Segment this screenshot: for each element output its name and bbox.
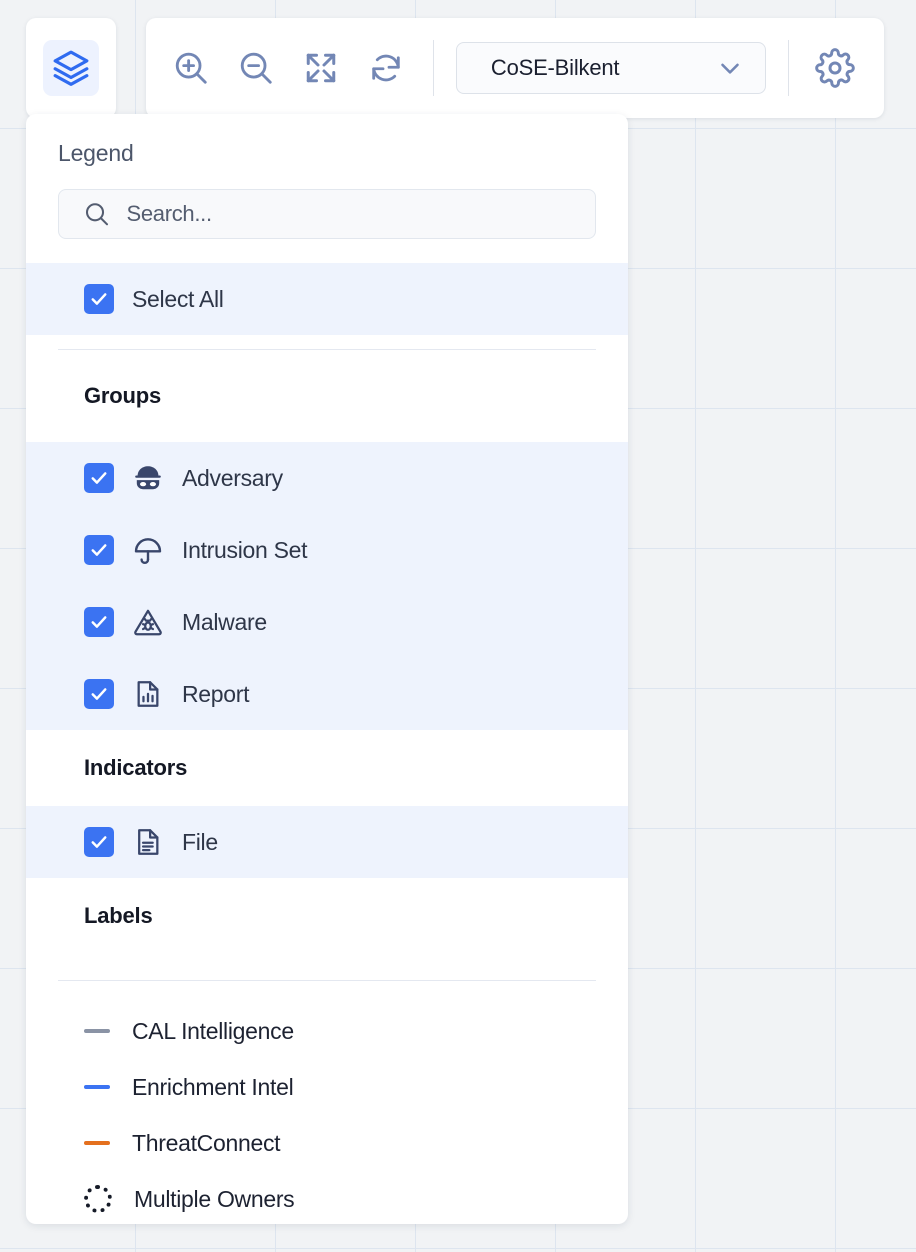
layout-algorithm-value: CoSE-Bilkent [490, 55, 620, 80]
threatconnect-label: ThreatConnect [132, 1129, 281, 1156]
malware-bug-triangle-icon [132, 606, 164, 638]
check-icon [91, 472, 107, 484]
malware-label: Malware [182, 608, 267, 635]
zoom-out-button[interactable] [231, 40, 280, 96]
select-all-checkbox[interactable] [84, 284, 114, 314]
legend-item-intrusion-set[interactable]: Intrusion Set [26, 514, 628, 586]
adversary-mask-icon [132, 462, 164, 494]
spacer-below-labels-divider [26, 981, 628, 1003]
section-heading-labels: Labels [84, 903, 153, 928]
select-all-label: Select All [132, 285, 224, 312]
check-icon [91, 616, 107, 628]
section-heading-groups: Groups [84, 383, 162, 408]
search-icon [85, 203, 109, 226]
check-icon [91, 836, 107, 848]
report-document-chart-icon [132, 678, 164, 710]
legend-label-cal-intelligence[interactable]: CAL Intelligence [26, 1003, 628, 1059]
spacer-above-divider [26, 335, 628, 349]
toolbar-divider-left [433, 40, 434, 96]
multiple-owners-dotted-circle-swatch [84, 1185, 112, 1213]
umbrella-icon [132, 534, 164, 566]
legend-label-enrichment-intel[interactable]: Enrichment Intel [26, 1059, 628, 1115]
intrusion-set-checkbox[interactable] [84, 535, 114, 565]
layers-icon-chip [43, 40, 99, 96]
legend-item-adversary[interactable]: Adversary [26, 442, 628, 514]
legend-search-field[interactable] [58, 189, 596, 239]
legend-label-multiple-owners[interactable]: Multiple Owners [26, 1171, 628, 1224]
section-heading-indicators: Indicators [84, 755, 188, 780]
report-checkbox[interactable] [84, 679, 114, 709]
zoom-in-icon [175, 52, 207, 84]
refresh-icon [372, 54, 401, 82]
file-checkbox[interactable] [84, 827, 114, 857]
zoom-out-icon [240, 52, 272, 84]
toolbar-divider-right [787, 40, 789, 96]
settings-button[interactable] [811, 40, 860, 96]
multiple-owners-label: Multiple Owners [134, 1185, 295, 1212]
expand-arrows-icon [306, 53, 336, 83]
spacer-above-labels-divider [26, 954, 628, 980]
layers-icon [53, 50, 89, 86]
legend-item-malware[interactable]: Malware [26, 586, 628, 658]
threatconnect-line-swatch [84, 1141, 110, 1145]
legend-label-threatconnect[interactable]: ThreatConnect [26, 1115, 628, 1171]
graph-toolbar: CoSE-Bilkent [146, 18, 884, 118]
report-label: Report [182, 680, 250, 707]
legend-item-report[interactable]: Report [26, 658, 628, 730]
check-icon [91, 688, 107, 700]
adversary-label: Adversary [182, 464, 283, 491]
layout-algorithm-select[interactable]: CoSE-Bilkent [455, 42, 766, 94]
chevron-down-icon [721, 63, 739, 74]
check-icon [91, 293, 107, 305]
refresh-layout-button[interactable] [362, 40, 411, 96]
legend-panel: Legend Select All Groups [26, 114, 628, 1224]
legend-title: Legend [58, 140, 134, 166]
graph-canvas[interactable]: CoSE-Bilkent Legend Search... Select All… [0, 0, 916, 1252]
legend-item-file[interactable]: File [26, 806, 628, 878]
enrichment-intel-line-swatch [84, 1085, 110, 1089]
check-icon [91, 544, 107, 556]
zoom-in-button[interactable] [166, 40, 215, 96]
cal-intelligence-label: CAL Intelligence [132, 1017, 294, 1044]
fit-to-screen-button[interactable] [297, 40, 346, 96]
gear-icon [815, 48, 856, 88]
legend-search-input[interactable] [126, 201, 595, 227]
file-label: File [182, 828, 218, 855]
adversary-checkbox[interactable] [84, 463, 114, 493]
malware-checkbox[interactable] [84, 607, 114, 637]
cal-intelligence-line-swatch [84, 1029, 110, 1033]
legend-select-all-row[interactable]: Select All [26, 263, 628, 335]
intrusion-set-label: Intrusion Set [182, 536, 308, 563]
layers-toggle-button[interactable] [26, 18, 116, 118]
enrichment-intel-label: Enrichment Intel [132, 1073, 294, 1100]
file-document-icon [132, 826, 164, 858]
